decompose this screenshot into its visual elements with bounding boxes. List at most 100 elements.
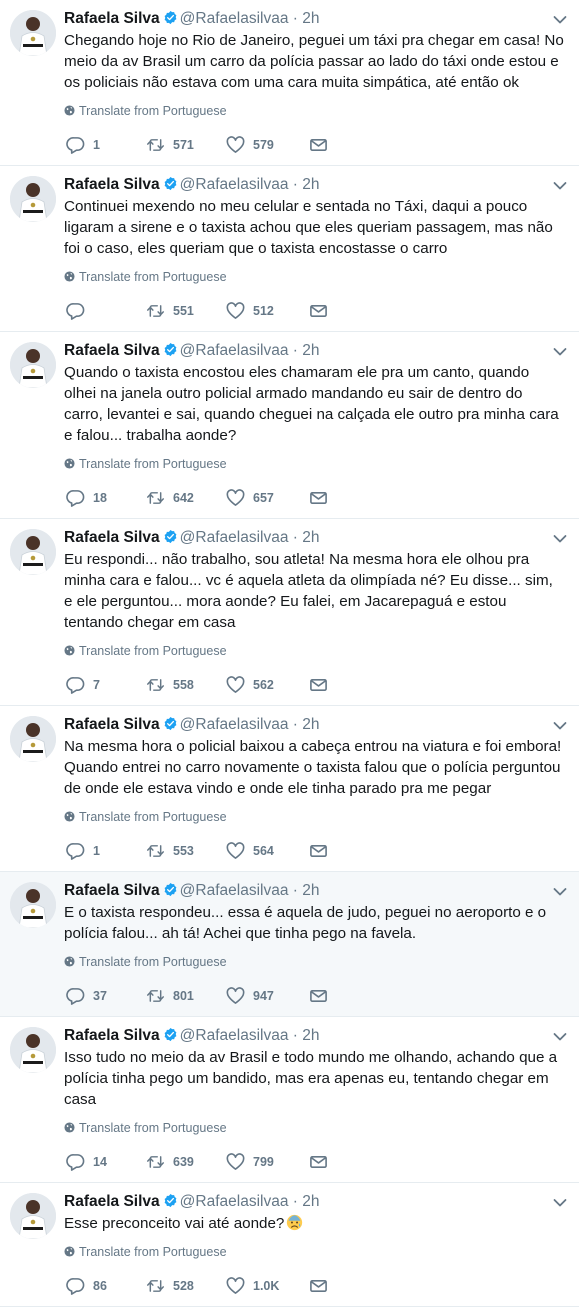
retweet-button[interactable]: 528 [146, 1276, 194, 1294]
direct-message-button[interactable] [309, 1276, 328, 1294]
author-name[interactable]: Rafaela Silva [64, 342, 160, 359]
chevron-down-icon[interactable] [553, 1029, 567, 1041]
verified-badge-icon [163, 1193, 178, 1208]
author-handle[interactable]: @Rafaelasilvaa [180, 10, 289, 27]
author-name[interactable]: Rafaela Silva [64, 1193, 160, 1210]
author-handle[interactable]: @Rafaelasilvaa [180, 176, 289, 193]
direct-message-button[interactable] [309, 488, 328, 506]
timestamp[interactable]: 2h [302, 1027, 319, 1044]
reply-count: 7 [93, 677, 100, 692]
tweet-text: E o taxista respondeu... essa é aquela d… [64, 904, 547, 942]
tweet[interactable]: Rafaela Silva @Rafaelasilvaa · 2h Chegando… [0, 0, 579, 166]
like-button[interactable]: 512 [226, 301, 274, 319]
author-handle[interactable]: @Rafaelasilvaa [180, 1027, 289, 1044]
chevron-down-icon[interactable] [553, 12, 567, 24]
author-name[interactable]: Rafaela Silva [64, 716, 160, 733]
like-button[interactable]: 562 [226, 675, 274, 693]
like-button[interactable]: 657 [226, 488, 274, 506]
timestamp[interactable]: 2h [302, 529, 319, 546]
author-name[interactable]: Rafaela Silva [64, 1027, 160, 1044]
globe-icon [64, 1121, 79, 1135]
retweet-button[interactable]: 642 [146, 488, 194, 506]
tweet[interactable]: Rafaela Silva @Rafaelasilvaa · 2h Esse pre… [0, 1183, 579, 1307]
avatar[interactable] [10, 1027, 56, 1073]
timestamp[interactable]: 2h [302, 716, 319, 733]
author-handle[interactable]: @Rafaelasilvaa [180, 1193, 289, 1210]
author-name[interactable]: Rafaela Silva [64, 882, 160, 899]
reply-button[interactable]: 1 [66, 135, 100, 154]
avatar[interactable] [10, 342, 56, 388]
tweet[interactable]: Rafaela Silva @Rafaelasilvaa · 2h E o taxi… [0, 872, 579, 1017]
translate-link[interactable]: Translate from Portuguese [64, 643, 565, 659]
chevron-down-icon[interactable] [553, 531, 567, 543]
retweet-button[interactable]: 551 [146, 301, 194, 319]
retweet-button[interactable]: 639 [146, 1152, 194, 1170]
tweet-header: Rafaela Silva @Rafaelasilvaa · 2h [64, 881, 565, 901]
like-button[interactable]: 564 [226, 841, 274, 859]
direct-message-button[interactable] [309, 841, 328, 859]
direct-message-button[interactable] [309, 135, 328, 153]
retweet-button[interactable]: 558 [146, 675, 194, 693]
retweet-button[interactable]: 571 [146, 135, 194, 153]
chevron-down-icon[interactable] [553, 718, 567, 730]
chevron-down-icon[interactable] [553, 344, 567, 356]
reply-button[interactable]: 86 [66, 1276, 107, 1295]
like-count: 564 [253, 843, 274, 858]
timestamp[interactable]: 2h [302, 10, 319, 27]
retweet-button[interactable]: 553 [146, 841, 194, 859]
reply-button[interactable] [66, 301, 93, 320]
chevron-down-icon[interactable] [553, 884, 567, 896]
avatar[interactable] [10, 716, 56, 762]
reply-button[interactable]: 18 [66, 488, 107, 507]
author-name[interactable]: Rafaela Silva [64, 529, 160, 546]
timestamp[interactable]: 2h [302, 1193, 319, 1210]
like-button[interactable]: 947 [226, 986, 274, 1004]
direct-message-button[interactable] [309, 675, 328, 693]
chevron-down-icon[interactable] [553, 178, 567, 190]
author-name[interactable]: Rafaela Silva [64, 10, 160, 27]
translate-link[interactable]: Translate from Portuguese [64, 103, 565, 119]
like-button[interactable]: 799 [226, 1152, 274, 1170]
timestamp[interactable]: 2h [302, 882, 319, 899]
translate-link[interactable]: Translate from Portuguese [64, 1244, 565, 1260]
author-name[interactable]: Rafaela Silva [64, 176, 160, 193]
tweet[interactable]: Rafaela Silva @Rafaelasilvaa · 2h Eu respo… [0, 519, 579, 706]
verified-badge-icon [163, 716, 178, 731]
heart-icon [226, 1276, 245, 1294]
author-handle[interactable]: @Rafaelasilvaa [180, 716, 289, 733]
retweet-button[interactable]: 801 [146, 986, 194, 1004]
tweet-text: Eu respondi... não trabalho, sou atleta!… [64, 551, 553, 631]
translate-link[interactable]: Translate from Portuguese [64, 456, 565, 472]
direct-message-button[interactable] [309, 986, 328, 1004]
reply-button[interactable]: 7 [66, 675, 100, 694]
avatar[interactable] [10, 1193, 56, 1239]
avatar[interactable] [10, 882, 56, 928]
tweet[interactable]: Rafaela Silva @Rafaelasilvaa · 2h Continue… [0, 166, 579, 332]
tweet[interactable]: Rafaela Silva @Rafaelasilvaa · 2h Na mesma… [0, 706, 579, 872]
direct-message-button[interactable] [309, 1152, 328, 1170]
translate-link[interactable]: Translate from Portuguese [64, 269, 565, 285]
timestamp[interactable]: 2h [302, 176, 319, 193]
tweet[interactable]: Rafaela Silva @Rafaelasilvaa · 2h Isso tud… [0, 1017, 579, 1183]
translate-label: Translate from Portuguese [79, 810, 227, 824]
author-handle[interactable]: @Rafaelasilvaa [180, 882, 289, 899]
avatar[interactable] [10, 176, 56, 222]
translate-link[interactable]: Translate from Portuguese [64, 1120, 565, 1136]
translate-link[interactable]: Translate from Portuguese [64, 809, 565, 825]
author-handle[interactable]: @Rafaelasilvaa [180, 529, 289, 546]
avatar[interactable] [10, 10, 56, 56]
direct-message-button[interactable] [309, 301, 328, 319]
retweet-count: 639 [173, 1154, 194, 1169]
reply-button[interactable]: 1 [66, 841, 100, 860]
translate-link[interactable]: Translate from Portuguese [64, 954, 565, 970]
reply-button[interactable]: 14 [66, 1152, 107, 1171]
timestamp[interactable]: 2h [302, 342, 319, 359]
reply-button[interactable]: 37 [66, 986, 107, 1005]
like-button[interactable]: 579 [226, 135, 274, 153]
author-handle[interactable]: @Rafaelasilvaa [180, 342, 289, 359]
like-button[interactable]: 1.0K [226, 1276, 279, 1294]
chevron-down-icon[interactable] [553, 1195, 567, 1207]
tweet[interactable]: Rafaela Silva @Rafaelasilvaa · 2h Quando o… [0, 332, 579, 519]
action-bar: 7 558 562 [64, 665, 565, 705]
avatar[interactable] [10, 529, 56, 575]
